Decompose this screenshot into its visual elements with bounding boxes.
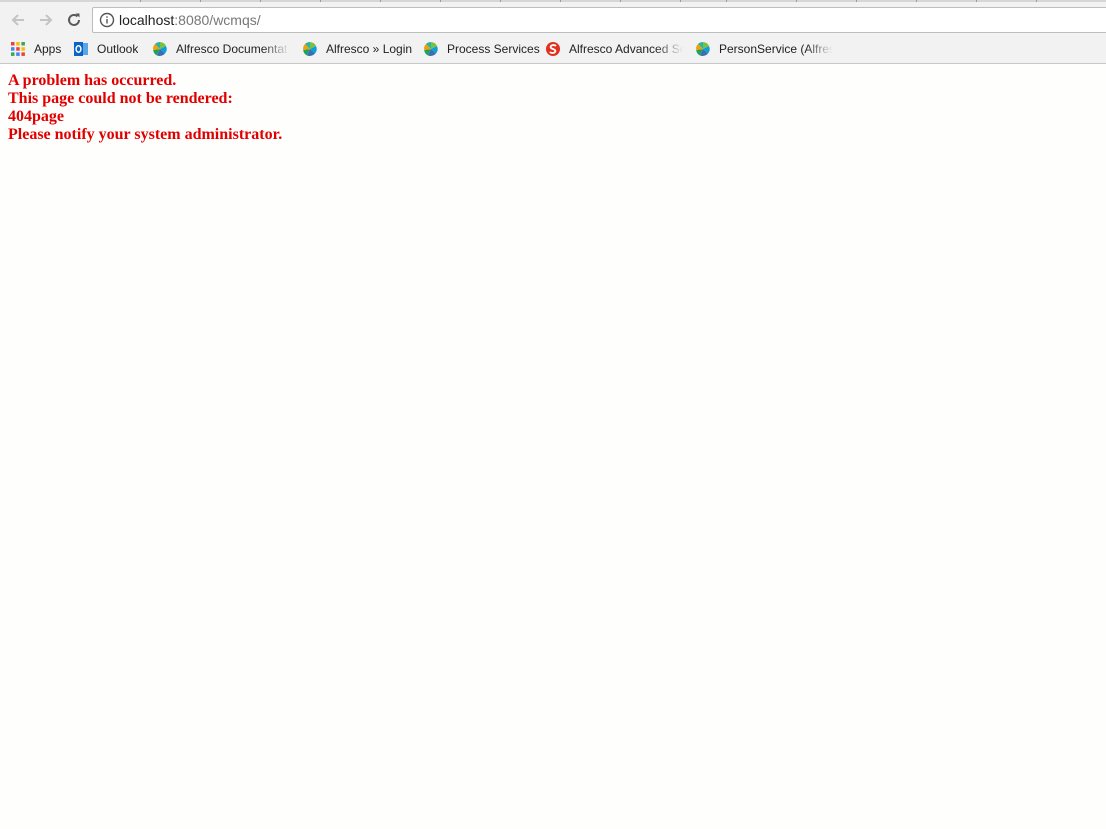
alfresco-icon xyxy=(303,41,317,57)
bookmark-process-services[interactable]: Process Services xyxy=(423,40,540,58)
reload-icon xyxy=(68,13,80,26)
error-message: A problem has occurred. This page could … xyxy=(8,72,282,144)
error-heading: A problem has occurred. xyxy=(8,72,177,89)
url-path: :8080/wcmqs/ xyxy=(174,12,261,28)
alfresco-icon xyxy=(696,41,710,57)
bookmark-personservice[interactable]: PersonService (Alfresc xyxy=(695,40,833,58)
back-arrow-icon xyxy=(11,14,24,26)
red-s-icon xyxy=(546,42,560,56)
outlook-icon xyxy=(74,42,88,56)
url-host: localhost xyxy=(119,12,175,28)
address-bar[interactable]: localhost:8080/wcmqs/ xyxy=(92,7,1106,33)
browser-chrome: localhost:8080/wcmqs/ Apps Outlook Alfre… xyxy=(0,0,1106,64)
address-url[interactable]: localhost:8080/wcmqs/ xyxy=(119,12,261,29)
alfresco-icon xyxy=(153,41,167,57)
apps-grid-icon xyxy=(11,42,25,56)
bookmarks-bar: Apps Outlook Alfresco Documentat Alfresc… xyxy=(0,37,1106,61)
alfresco-icon xyxy=(424,41,438,57)
bookmark-label: Apps xyxy=(34,42,62,56)
forward-arrow-icon xyxy=(40,14,53,26)
bookmark-label: Alfresco » Login xyxy=(326,42,413,56)
info-icon[interactable] xyxy=(99,12,115,28)
error-notify: Please notify your system administrator. xyxy=(8,126,283,143)
navigation-bar: localhost:8080/wcmqs/ xyxy=(0,4,1106,36)
reload-button[interactable] xyxy=(62,8,86,32)
bookmark-alfresco-login[interactable]: Alfresco » Login xyxy=(302,40,412,58)
bookmark-label: Alfresco Advanced Se xyxy=(569,42,683,56)
back-button[interactable] xyxy=(6,8,30,32)
error-page-name: 404page xyxy=(8,108,64,125)
bookmark-label: PersonService (Alfresc xyxy=(719,42,833,56)
bookmark-outlook[interactable]: Outlook xyxy=(73,40,138,58)
bookmark-label: Process Services xyxy=(447,42,540,56)
forward-button[interactable] xyxy=(34,8,58,32)
bookmark-apps[interactable]: Apps xyxy=(10,40,61,58)
bookmark-label: Outlook xyxy=(97,42,139,56)
bookmark-alfresco-advanced-search[interactable]: Alfresco Advanced Se xyxy=(545,40,683,58)
bookmark-alfresco-documentation[interactable]: Alfresco Documentat xyxy=(152,40,290,58)
bookmark-label: Alfresco Documentat xyxy=(176,42,288,56)
tab-strip[interactable] xyxy=(0,0,1106,2)
error-description: This page could not be rendered: xyxy=(8,90,233,107)
